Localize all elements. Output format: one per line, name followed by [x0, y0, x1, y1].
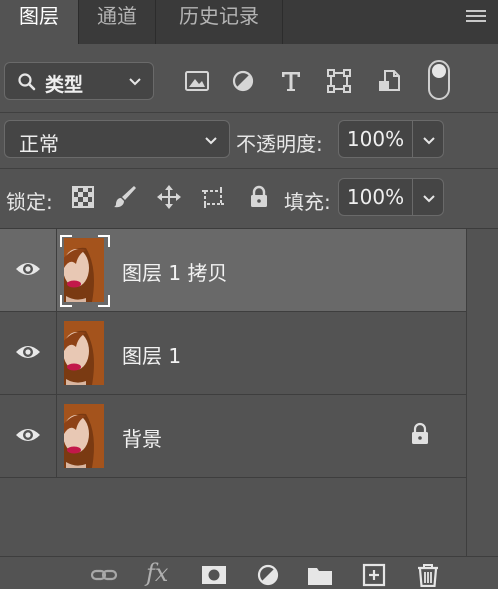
- fill-input[interactable]: 100%: [338, 178, 412, 216]
- fill-label: 填充:: [284, 190, 331, 214]
- panel-menu-icon[interactable]: [466, 10, 486, 24]
- lock-image-pixels-brush-icon[interactable]: [112, 184, 138, 210]
- chevron-down-icon: [423, 137, 435, 145]
- selection-corner: [98, 295, 110, 307]
- layer-row[interactable]: 背景: [0, 395, 466, 478]
- adjustment-filter-icon[interactable]: [230, 68, 256, 94]
- chevron-down-icon: [423, 195, 435, 203]
- opacity-dropdown-button[interactable]: [412, 120, 444, 158]
- eye-icon: [16, 346, 40, 358]
- lock-transparent-pixels-icon[interactable]: [70, 184, 96, 210]
- visibility-toggle[interactable]: [0, 312, 57, 394]
- layer-name: 图层 1: [122, 344, 182, 368]
- visibility-toggle[interactable]: [0, 395, 57, 477]
- lock-position-move-icon[interactable]: [156, 184, 182, 210]
- image-filter-icon[interactable]: [184, 68, 210, 94]
- tab-history[interactable]: 历史记录: [156, 0, 282, 44]
- portrait-thumbnail-image: [64, 321, 104, 385]
- toggle-knob: [432, 64, 446, 78]
- visibility-toggle[interactable]: [0, 229, 57, 311]
- panel-tab-bar: 图层 通道 历史记录: [0, 0, 498, 44]
- layer-filter-kind-select[interactable]: 类型: [4, 62, 154, 100]
- blend-mode-select[interactable]: 正常: [4, 120, 230, 158]
- eye-icon: [16, 263, 40, 275]
- tab-channels[interactable]: 通道: [79, 0, 155, 44]
- tab-separator: [282, 0, 283, 44]
- filter-toggle-switch[interactable]: [428, 60, 450, 100]
- layer-thumbnail[interactable]: [64, 238, 104, 302]
- lock-icon: [412, 422, 428, 444]
- delete-trash-icon[interactable]: [414, 563, 442, 587]
- layer-thumbnail[interactable]: [64, 321, 104, 385]
- layer-style-fx-icon[interactable]: fx: [146, 559, 168, 587]
- add-mask-icon[interactable]: [200, 563, 228, 587]
- new-adjustment-layer-icon[interactable]: [254, 563, 282, 587]
- divider: [0, 112, 498, 113]
- layer-row[interactable]: 图层 1 拷贝: [0, 229, 466, 312]
- type-filter-icon[interactable]: [278, 68, 304, 94]
- new-group-folder-icon[interactable]: [306, 563, 334, 587]
- link-layers-icon[interactable]: [90, 563, 118, 587]
- portrait-thumbnail-image: [64, 238, 104, 302]
- search-icon: [18, 73, 36, 91]
- chevron-down-icon: [129, 78, 141, 86]
- blend-mode-value: 正常: [19, 132, 59, 156]
- lock-artboard-icon[interactable]: [200, 184, 226, 210]
- layer-thumbnail[interactable]: [64, 404, 104, 468]
- tab-layers[interactable]: 图层: [0, 0, 78, 44]
- new-layer-icon[interactable]: [360, 563, 388, 587]
- selection-corner: [60, 235, 72, 247]
- layer-name: 背景: [122, 427, 162, 451]
- layers-scrollbar-track[interactable]: [466, 229, 498, 559]
- fill-dropdown-button[interactable]: [412, 178, 444, 216]
- layer-name: 图层 1 拷贝: [122, 261, 228, 285]
- portrait-thumbnail-image: [64, 404, 104, 468]
- chevron-down-icon: [205, 137, 217, 145]
- opacity-label: 不透明度:: [236, 132, 323, 156]
- eye-icon: [16, 429, 40, 441]
- smart-object-filter-icon[interactable]: [376, 68, 402, 94]
- layer-row[interactable]: 图层 1: [0, 312, 466, 395]
- selection-corner: [60, 295, 72, 307]
- opacity-input[interactable]: 100%: [338, 120, 412, 158]
- lock-all-icon[interactable]: [246, 184, 272, 210]
- divider: [0, 168, 498, 169]
- lock-label: 锁定:: [6, 190, 53, 214]
- filter-kind-label: 类型: [45, 74, 84, 96]
- selection-corner: [98, 235, 110, 247]
- layers-panel-bottom-bar: fx: [0, 556, 498, 589]
- shape-filter-icon[interactable]: [326, 68, 352, 94]
